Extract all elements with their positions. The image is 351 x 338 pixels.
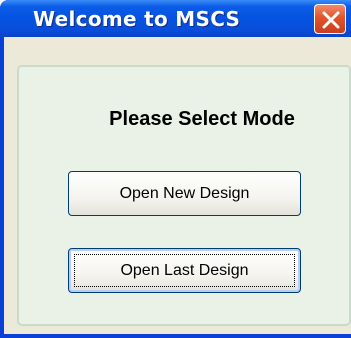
open-last-design-label: Open Last Design <box>120 262 249 279</box>
open-new-design-button[interactable]: Open New Design <box>68 171 301 216</box>
close-button[interactable] <box>314 4 346 34</box>
close-icon <box>322 11 340 29</box>
window-title: Welcome to MSCS <box>33 7 241 31</box>
dialog-window: Welcome to MSCS Please Select Mode Open … <box>0 0 351 338</box>
open-new-design-label: Open New Design <box>119 185 250 202</box>
mode-heading: Please Select Mode <box>109 108 295 130</box>
open-last-design-button[interactable]: Open Last Design <box>68 248 301 293</box>
title-bar[interactable]: Welcome to MSCS <box>0 0 351 37</box>
